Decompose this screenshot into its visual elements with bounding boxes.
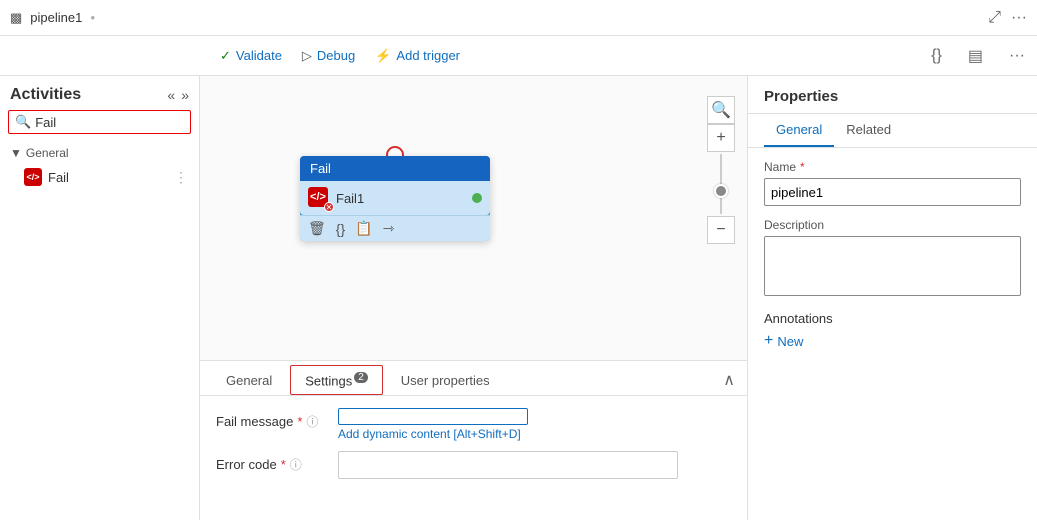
add-new-annotation-button[interactable]: + New [764,332,803,350]
toolbar: ✓ Validate ▷ Debug ⚡ Add trigger {} ▤ ··… [0,36,1037,76]
debug-icon: ▷ [302,48,312,64]
fail-activity-icon: </> [24,168,42,186]
description-field-textarea[interactable] [764,236,1021,296]
more-options-icon[interactable]: ··· [1011,9,1027,27]
error-code-row: Error code * ⓘ [216,451,731,479]
error-code-input[interactable] [338,451,678,479]
search-box: 🔍 [8,110,191,134]
canvas-area[interactable]: Fail </> ✕ Fail1 🗑 {} [200,76,747,520]
node-code-icon[interactable]: {} [336,221,345,237]
expand-icon[interactable]: ⤢ [988,9,1001,27]
node-delete-icon[interactable]: 🗑 [308,220,326,237]
collapse-left-icon[interactable]: « [167,87,175,103]
activity-fail-label: Fail [48,170,69,185]
category-label: General [26,146,69,160]
zoom-in-button[interactable]: + [707,124,735,152]
pipeline-title: pipeline1 [30,10,82,25]
bottom-panel: General Settings2 User properties ∧ Fail… [200,360,747,520]
validate-icon: ✓ [220,48,231,64]
monitor-icon[interactable]: ▤ [968,46,983,66]
node-bottom-toolbar: 🗑 {} 📋 ⇾ [300,215,490,241]
node-body: </> ✕ Fail1 [300,181,490,215]
add-icon: + [764,332,773,350]
rtab-related[interactable]: Related [834,114,903,147]
right-panel: Properties General Related Name * Descri… [747,76,1037,520]
name-field-input[interactable] [764,178,1021,206]
description-field-label: Description [764,218,1021,232]
zoom-slider-thumb[interactable] [714,184,728,198]
category-arrow: ▼ [10,146,22,160]
sidebar-header-icons: « » [167,87,189,103]
top-bar: ▩ pipeline1 ● ⤢ ··· [0,0,1037,36]
activity-node-fail[interactable]: Fail </> ✕ Fail1 🗑 {} [300,156,490,241]
toolbar-more-icon[interactable]: ··· [1009,47,1025,65]
search-input[interactable] [35,115,184,130]
sidebar-title: Activities [10,86,81,104]
annotations-label: Annotations [764,311,1021,326]
node-header: Fail [300,156,490,181]
debug-button[interactable]: ▷ Debug [302,48,355,64]
bottom-tabs-left: General Settings2 User properties [212,365,504,395]
dynamic-content-link[interactable]: Add dynamic content [Alt+Shift+D] [338,427,528,441]
rtab-general[interactable]: General [764,114,834,147]
bottom-collapse-icon[interactable]: ∧ [723,370,735,390]
validate-button[interactable]: ✓ Validate [220,48,282,64]
bottom-tabs: General Settings2 User properties ∧ [200,361,747,396]
node-success-indicator [472,193,482,203]
error-code-info-icon[interactable]: ⓘ [290,456,302,473]
main-layout: Activities « » 🔍 ▼ General </> Fail ⋮ [0,76,1037,520]
node-container: Fail </> ✕ Fail1 🗑 {} [300,156,490,241]
zoom-search-button[interactable]: 🔍 [707,96,735,124]
add-trigger-button[interactable]: ⚡ Add trigger [375,48,460,64]
node-copy-icon[interactable]: 📋 [355,220,372,237]
settings-badge: 2 [354,372,368,383]
code-view-icon[interactable]: {} [931,47,942,65]
add-trigger-icon: ⚡ [375,48,391,64]
sidebar-header: Activities « » [0,76,199,110]
right-tabs: General Related [748,114,1037,148]
fail-message-input-group: Add dynamic content [Alt+Shift+D] [338,408,528,441]
collapse-right-icon[interactable]: » [181,87,189,103]
tab-user-properties[interactable]: User properties [387,365,504,395]
tab-general[interactable]: General [212,365,286,395]
top-bar-right: ⤢ ··· [988,9,1027,27]
tab-settings[interactable]: Settings2 [290,365,383,395]
node-link-icon[interactable]: ⇾ [383,220,395,237]
fail-message-input[interactable] [338,408,528,425]
zoom-out-button[interactable]: − [707,216,735,244]
node-activity-label: Fail1 [336,191,364,206]
zoom-controls: 🔍 + − [707,96,735,244]
top-bar-left: ▩ pipeline1 ● [10,10,95,26]
activity-fail-item[interactable]: </> Fail ⋮ [0,164,199,190]
canvas-inner: Fail </> ✕ Fail1 🗑 {} [200,76,747,520]
bottom-content: Fail message * ⓘ Add dynamic content [Al… [200,396,747,501]
fail-message-row: Fail message * ⓘ Add dynamic content [Al… [216,408,731,441]
fail-message-label: Fail message * ⓘ [216,408,326,430]
zoom-slider-track [720,154,722,214]
category-general[interactable]: ▼ General [0,142,199,164]
sidebar: Activities « » 🔍 ▼ General </> Fail ⋮ [0,76,200,520]
search-icon: 🔍 [15,114,31,130]
node-fail-icon: </> ✕ [308,187,330,209]
name-field-label: Name * [764,160,1021,174]
properties-content: Name * Description Annotations + New [748,148,1037,520]
pipeline-icon: ▩ [10,10,22,26]
activity-item-left: </> Fail [24,168,69,186]
activity-more-icon[interactable]: ⋮ [174,169,189,186]
node-activity-row: </> ✕ Fail1 [308,187,364,209]
pipeline-dot: ● [90,13,95,22]
error-code-label: Error code * ⓘ [216,451,326,473]
properties-title: Properties [748,76,1037,114]
fail-message-info-icon[interactable]: ⓘ [306,413,318,430]
